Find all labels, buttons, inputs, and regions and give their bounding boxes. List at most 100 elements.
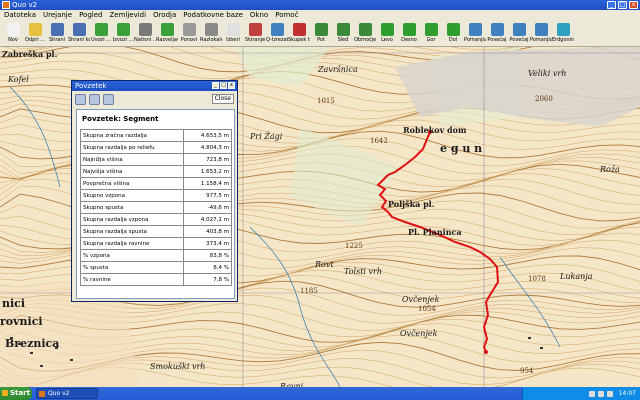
menu-item-1[interactable]: Urejanje [43,10,72,21]
system-tray: 14:07 [522,387,640,400]
quo-app-icon [39,391,45,397]
toolbar-button-22[interactable]: Povečaj [486,21,508,47]
map-label: 1225 [345,242,363,250]
toolbar-button-5[interactable]: Izvozi ... [112,21,134,47]
map-label: 1642 [370,137,388,145]
map-label: Roža [600,165,620,174]
toolbar-button-1[interactable]: Odpri ... [24,21,46,47]
toolbar-button-10[interactable]: Izberi [222,21,244,47]
panel-minimize-button[interactable]: _ [212,82,219,89]
toolbar-button-12[interactable]: Q-Izrezatek [266,21,288,47]
undo-icon [160,23,174,36]
toolbar-button-13[interactable]: Skupek točk [288,21,310,47]
toolbar-button-label: Sled [337,37,349,43]
summary-row-value: 4.653,5 m [183,129,232,142]
menu-item-2[interactable]: Pogled [79,10,102,21]
track-route-line[interactable] [376,131,500,353]
tray-icon-network[interactable] [588,390,595,397]
copy-summary-icon[interactable] [89,93,100,105]
route-end-point[interactable] [484,350,488,354]
toolbar-button-0[interactable]: Nov [2,21,24,47]
summary-row-label: Skupna zračna razdalja [80,129,184,142]
menu-item-4[interactable]: Orodja [153,10,176,21]
windows-logo-icon [2,390,8,396]
toolbar-button-3[interactable]: Shrani kot ... [68,21,90,47]
toolbar-button-14[interactable]: Pot [310,21,332,47]
summary-panel-titlebar[interactable]: Povzetek _ □ x [72,81,237,91]
menu-item-3[interactable]: Zemljevidi [109,10,146,21]
toolbar-button-16[interactable]: Območje [354,21,376,47]
toolbar-button-25[interactable]: Erdgovina ... [552,21,574,47]
summary-row-value: 8,4 % [183,261,232,274]
map-label: 2060 [535,95,553,103]
close-window-button[interactable]: x [629,1,638,9]
maximize-button[interactable]: □ [618,1,627,9]
panel-maximize-button[interactable]: □ [220,82,227,89]
toolbar-button-24[interactable]: Pomanjšaj [530,21,552,47]
map-label: Kofel [8,75,29,84]
menu-bar: Datoteka Urejanje Pogled Zemljevidi Orodja Po… [0,10,640,21]
route-icon [314,23,328,36]
menu-item-7[interactable]: Pomoč [275,10,298,21]
map-label: 1185 [300,287,318,295]
map-label: Završnica [318,65,358,74]
print-icon [138,23,152,36]
tray-icon-security[interactable] [606,390,613,397]
toolbar-button-21[interactable]: Pomanjšaj [464,21,486,47]
summary-row-value: 4.804,3 m [183,141,232,154]
summary-row: % spusta 8,4 % [80,261,232,274]
minimize-button[interactable]: _ [607,1,616,9]
import-icon [94,23,108,36]
print-summary-icon[interactable] [75,93,86,105]
toolbar-button-11[interactable]: Skiranje [244,21,266,47]
summary-row-label: Skupna razdalja po reliefu [80,141,184,154]
taskbar-item-quo[interactable]: Quo v2 [36,388,98,399]
toolbar-button-19[interactable]: Gor [420,21,442,47]
summary-row-value: 7,8 % [183,273,232,286]
toolbar-button-18[interactable]: Desno [398,21,420,47]
toolbar-button-23[interactable]: Povečaj [508,21,530,47]
arrow-up-icon [424,23,438,36]
panel-close-button[interactable]: Close [211,94,234,104]
toolbar-button-label: Skupek točk [288,37,310,43]
toolbar-button-9[interactable]: Razlokalen [200,21,222,47]
toolbar-button-2[interactable]: Shrani [46,21,68,47]
toolbar-button-label: Pot [317,37,325,43]
toolbar-button-6[interactable]: Natisni ... [134,21,156,47]
arrow-down-icon [446,23,460,36]
menu-item-5[interactable]: Podatkovne baze [183,10,243,21]
taskbar-item-label: Quo v2 [48,390,70,397]
toolbar-button-label: Nov [8,37,18,43]
toolbar-button-8[interactable]: Ponovi [178,21,200,47]
summary-heading: Povzetek: Segment [82,115,159,123]
toolbar-button-label: Gor [426,37,436,43]
toolbar-button-4[interactable]: Uvozi ... [90,21,112,47]
toolbar-button-15[interactable]: Sled [332,21,354,47]
menu-item-6[interactable]: Okno [250,10,268,21]
toolbar-button-17[interactable]: Levo [376,21,398,47]
summary-row-value: 83,8 % [183,249,232,262]
export-summary-icon[interactable] [103,93,114,105]
menu-item-0[interactable]: Datoteka [4,10,36,21]
summary-row: Skupna zračna razdalja 4.653,5 m [80,129,232,142]
summary-row-label: Skupna razdalja ravnine [80,237,184,250]
summary-row-value: 1.653,2 m [183,165,232,178]
toolbar-button-7[interactable]: Razveljavi [156,21,178,47]
summary-panel[interactable]: Povzetek _ □ x Close Povzetek: Segment S… [71,80,238,302]
app-icon [2,1,10,9]
map-label: rovnici [0,315,43,328]
map-label: Roblekov dom [403,125,467,135]
panel-close-x-button[interactable]: x [228,82,235,89]
toolbar-button-label: Uvozi ... [90,37,112,43]
summary-row: Skupna razdalja spusta 403,8 m [80,225,232,238]
pan-icon [204,23,218,36]
tray-icon-volume[interactable] [597,390,604,397]
toolbar-button-label: Razveljavi [156,37,178,43]
map-label: nici [2,297,26,310]
summary-panel-body: Povzetek: Segment Skupna zračna razdalja… [76,109,235,299]
open-folder-icon [28,23,42,36]
start-button[interactable]: Start [0,387,32,400]
toolbar-button-20[interactable]: Dol [442,21,464,47]
toolbar-button-label: Natisni ... [134,37,156,43]
toolbar-button-label: Izberi [226,37,240,43]
